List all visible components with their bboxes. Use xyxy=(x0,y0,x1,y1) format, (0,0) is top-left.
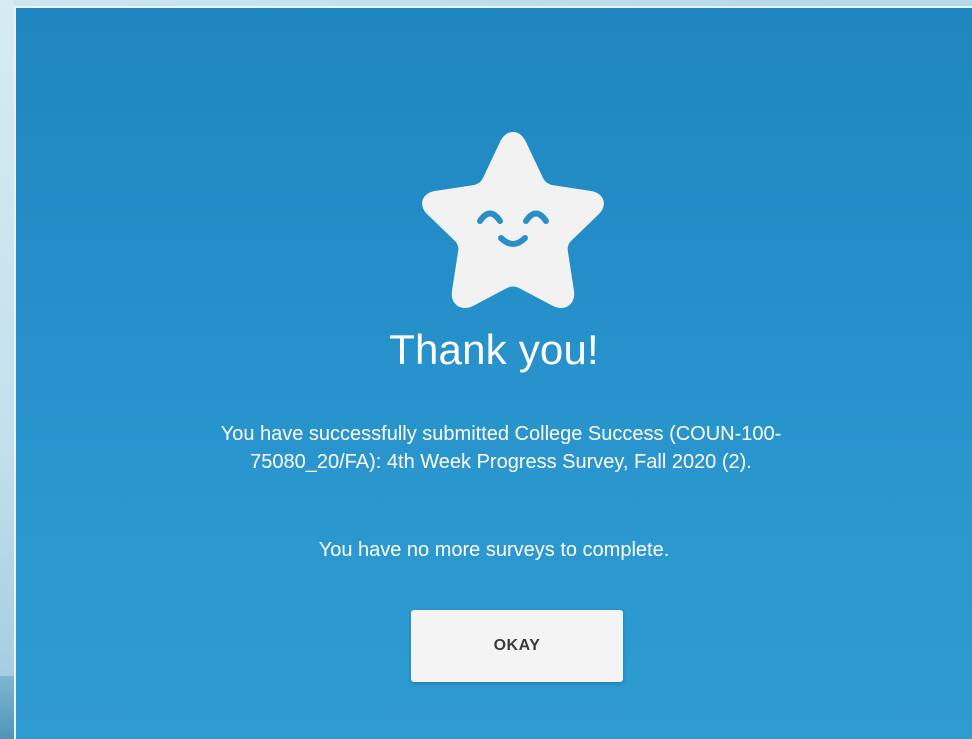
no-more-surveys-message: You have no more surveys to complete. xyxy=(318,539,670,561)
star-shape xyxy=(422,132,604,309)
dialog-title: Thank you! xyxy=(389,326,599,373)
smiling-star-icon xyxy=(422,132,604,309)
okay-button[interactable]: OKAY xyxy=(411,610,623,682)
background-left-bottom xyxy=(0,676,14,739)
thank-you-dialog: Thank you! You have successfully submitt… xyxy=(14,6,972,739)
background-left xyxy=(0,0,14,739)
submission-message: You have successfully submitted College … xyxy=(220,423,782,473)
